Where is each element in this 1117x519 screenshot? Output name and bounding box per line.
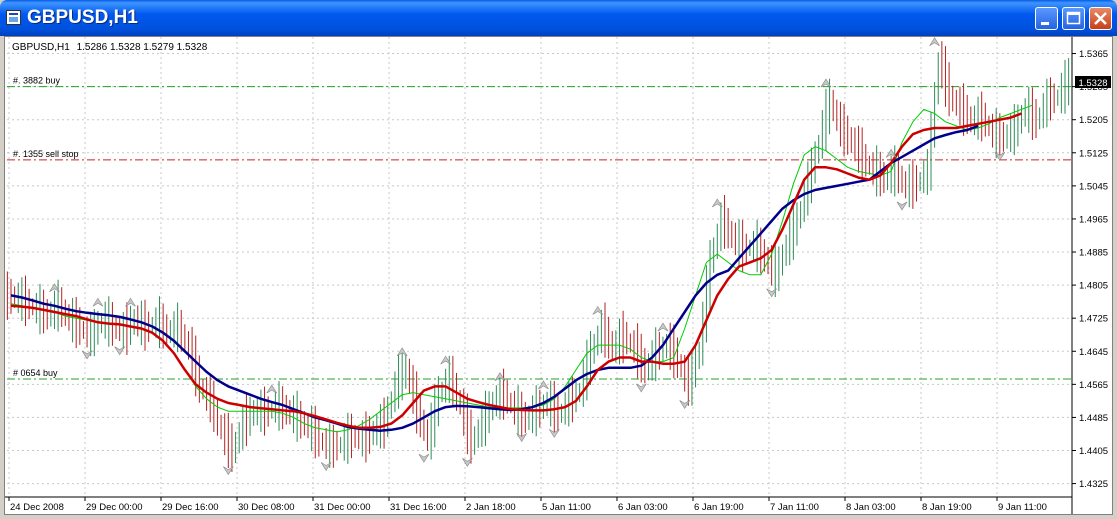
title-bar[interactable]: GBPUSD,H1 [0,0,1117,36]
y-tick-label: 1.4725 [1079,314,1108,325]
current-price-label: 1.5328 [1075,76,1111,89]
x-tick-label: 29 Dec 16:00 [162,502,219,513]
minimize-icon [1041,22,1049,25]
x-tick-label: 5 Jan 11:00 [542,502,591,513]
y-tick-label: 1.4325 [1079,479,1108,490]
y-tick-label: 1.4885 [1079,248,1108,259]
x-tick-label: 24 Dec 2008 [10,502,64,513]
close-icon [1094,12,1107,25]
chart-header: GBPUSD,H1 1.5286 1.5328 1.5279 1.5328 [12,42,208,53]
maximize-button[interactable] [1062,7,1085,30]
x-tick-label: 29 Dec 00:00 [86,502,143,513]
y-tick-label: 1.4405 [1079,446,1108,457]
x-tick-label: 6 Jan 19:00 [694,502,744,513]
y-tick-label: 1.4965 [1079,214,1108,225]
current-price-text: 1.5328 [1078,78,1107,89]
maximize-icon [1066,11,1081,25]
y-tick-label: 1.4485 [1079,413,1108,424]
y-tick-label: 1.4805 [1079,281,1108,292]
minimize-button[interactable] [1035,7,1058,30]
header-symbol: GBPUSD,H1 [12,42,70,53]
order-level-label: # 0654 buy [13,368,58,378]
x-tick-label: 2 Jan 18:00 [466,502,516,513]
y-tick-label: 1.4565 [1079,380,1108,391]
window-title: GBPUSD,H1 [27,7,138,28]
x-tick-label: 31 Dec 16:00 [390,502,447,513]
header-ohlc: 1.5286 1.5328 1.5279 1.5328 [77,42,208,53]
x-tick-label: 8 Jan 19:00 [922,502,972,513]
chart-area[interactable]: #. 3882 buy #. 1355 sell stop # 0654 buy 1… [4,36,1113,515]
y-tick-label: 1.5125 [1079,148,1108,159]
x-tick-label: 7 Jan 11:00 [770,502,819,513]
chart-window: GBPUSD,H1 #. 3882 buy #. 1355 sell stop # … [0,0,1117,519]
order-level-label: #. 3882 buy [13,76,61,86]
x-tick-label: 9 Jan 11:00 [998,502,1047,513]
x-tick-label: 31 Dec 00:00 [314,502,371,513]
y-tick-label: 1.5205 [1079,115,1108,126]
price-chart[interactable]: #. 3882 buy #. 1355 sell stop # 0654 buy 1… [5,37,1112,514]
order-level-label: #. 1355 sell stop [13,149,79,159]
y-tick-label: 1.4645 [1079,347,1108,358]
chart-window-icon[interactable] [6,10,21,25]
close-button[interactable] [1089,7,1112,30]
x-tick-label: 6 Jan 03:00 [618,502,668,513]
y-tick-label: 1.5365 [1079,49,1108,60]
x-tick-label: 8 Jan 03:00 [846,502,896,513]
y-tick-label: 1.5045 [1079,181,1108,192]
x-tick-label: 30 Dec 08:00 [238,502,295,513]
